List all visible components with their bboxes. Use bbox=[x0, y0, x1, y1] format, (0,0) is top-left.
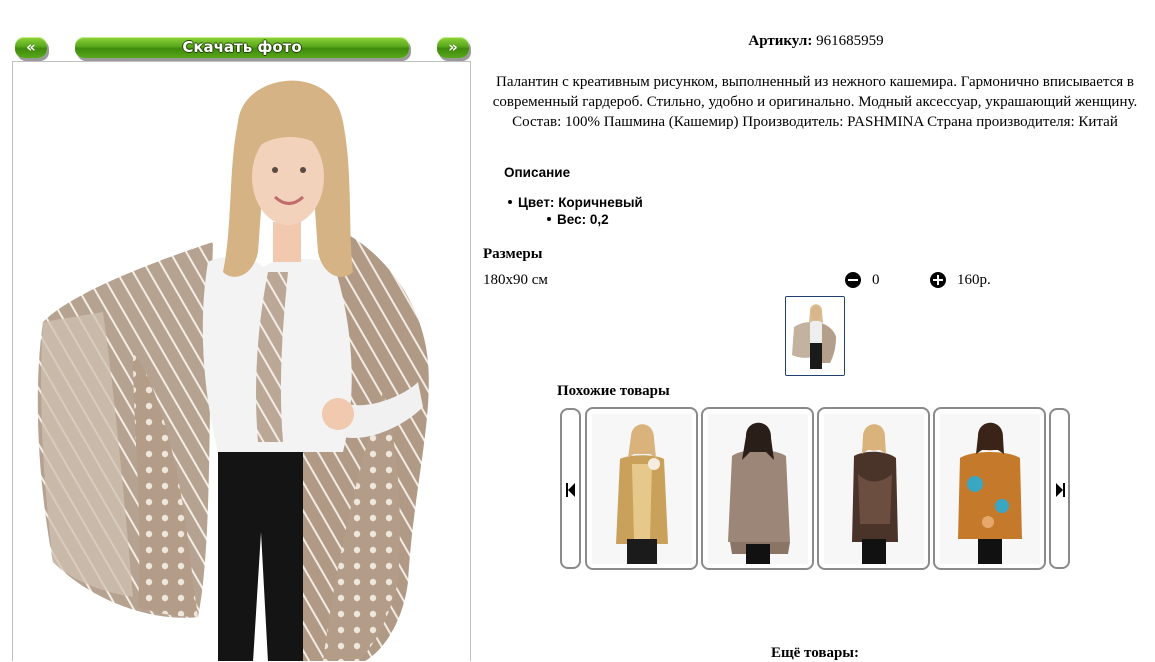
similar-product-card[interactable] bbox=[585, 407, 698, 570]
product-description: Палантин с креативным рисунком, выполнен… bbox=[492, 74, 1138, 130]
quantity-value: 0 bbox=[872, 272, 880, 288]
size-value: 180x90 см bbox=[483, 272, 548, 288]
download-photo-button[interactable]: Скачать фото bbox=[75, 37, 409, 58]
property-weight-value: 0,2 bbox=[589, 212, 609, 227]
decrease-quantity-icon[interactable] bbox=[845, 272, 861, 288]
carousel-next-button[interactable] bbox=[1049, 408, 1070, 569]
bullet-icon bbox=[547, 217, 551, 222]
property-color-value: Коричневый bbox=[558, 195, 643, 210]
similar-product-image bbox=[940, 414, 1040, 564]
product-photo[interactable] bbox=[12, 61, 471, 661]
similar-product-card[interactable] bbox=[701, 407, 814, 570]
similar-product-card[interactable] bbox=[933, 407, 1046, 570]
property-color-label: Цвет: bbox=[518, 195, 555, 210]
similar-products-title: Похожие товары bbox=[557, 383, 670, 399]
skip-back-icon bbox=[566, 483, 575, 497]
carousel-prev-button[interactable] bbox=[560, 408, 581, 569]
similar-product-image bbox=[708, 414, 808, 564]
increase-quantity-icon[interactable] bbox=[930, 272, 946, 288]
article-line: Артикул: 961685959 bbox=[478, 33, 1154, 50]
previous-photo-button[interactable]: « bbox=[15, 37, 47, 58]
similar-product-card[interactable] bbox=[817, 407, 930, 570]
download-label: Скачать фото bbox=[182, 38, 302, 56]
next-photo-button[interactable]: » bbox=[437, 37, 469, 58]
bullet-icon bbox=[508, 200, 512, 205]
article-label: Артикул: bbox=[748, 33, 813, 49]
more-products-title: Ещё товары: bbox=[770, 645, 860, 661]
previous-label: « bbox=[26, 38, 36, 56]
price-value: 160р. bbox=[957, 272, 991, 288]
details-title: Описание bbox=[504, 165, 571, 180]
product-photo-image bbox=[37, 80, 429, 661]
skip-forward-icon bbox=[1056, 483, 1065, 497]
article-number: 961685959 bbox=[816, 33, 884, 49]
photo-thumbnail[interactable] bbox=[785, 296, 845, 376]
next-label: » bbox=[448, 38, 458, 56]
property-weight-label: Вес: bbox=[557, 212, 587, 227]
property-weight: Вес: 0,2 bbox=[547, 212, 609, 227]
thumbnail-image bbox=[786, 297, 844, 375]
property-color: Цвет: Коричневый bbox=[508, 195, 643, 210]
similar-product-image bbox=[824, 414, 924, 564]
sizes-title: Размеры bbox=[483, 246, 543, 262]
similar-product-image bbox=[592, 414, 692, 564]
